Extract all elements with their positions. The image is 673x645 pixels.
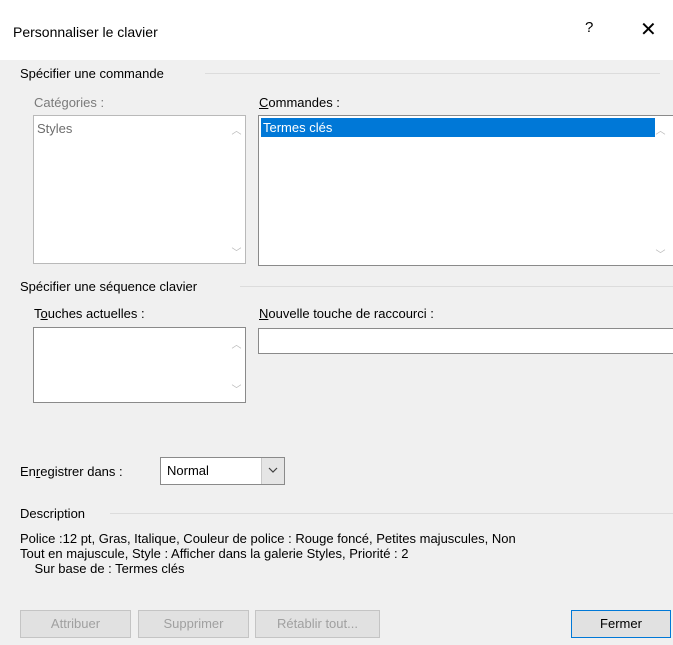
scroll-up-icon[interactable]: ︿ [652, 122, 669, 137]
dialog-title: Personnaliser le clavier [13, 24, 158, 40]
current-keys-label: Touches actuelles : [34, 306, 145, 321]
description-divider [110, 513, 673, 514]
current-keys-scrollbar[interactable]: ︿ ﹀ [228, 328, 245, 402]
keys-section-heading: Spécifier une séquence clavier [20, 279, 198, 294]
new-shortcut-input[interactable] [258, 328, 673, 354]
command-section-divider [205, 73, 660, 74]
categories-scrollbar[interactable]: ︿ ﹀ [228, 116, 245, 263]
close-button[interactable]: Fermer [571, 610, 671, 638]
scroll-up-icon[interactable]: ︿ [228, 336, 245, 351]
description-line-2: Tout en majuscule, Style : Afficher dans… [20, 546, 409, 561]
save-in-value: Normal [167, 463, 209, 478]
commands-label: Commandes : [259, 95, 340, 110]
save-in-dropdown[interactable]: Normal [160, 457, 285, 485]
scroll-down-icon[interactable]: ﹀ [228, 244, 245, 259]
keys-section-divider [240, 286, 673, 287]
assign-button[interactable]: Attribuer [20, 610, 131, 638]
new-shortcut-label: Nouvelle touche de raccourci : [259, 306, 434, 321]
description-line-1: Police :12 pt, Gras, Italique, Couleur d… [20, 531, 516, 546]
remove-button[interactable]: Supprimer [138, 610, 249, 638]
categories-label: Catégories : [34, 95, 105, 110]
reset-all-button[interactable]: Rétablir tout... [255, 610, 380, 638]
scroll-up-icon[interactable]: ︿ [228, 122, 245, 137]
description-heading: Description [20, 506, 86, 521]
current-keys-listbox[interactable]: ︿ ﹀ [33, 327, 246, 403]
save-in-label: Enregistrer dans : [20, 464, 123, 479]
description-line-3: Sur base de : Termes clés [20, 561, 185, 576]
scroll-down-icon[interactable]: ﹀ [652, 246, 669, 261]
list-item[interactable]: Styles [35, 119, 245, 138]
help-icon[interactable]: ? [585, 19, 593, 36]
scroll-down-icon[interactable]: ﹀ [228, 381, 245, 396]
categories-listbox[interactable]: Styles ︿ ﹀ [33, 115, 246, 264]
commands-scrollbar[interactable]: ︿ ﹀ [652, 116, 669, 265]
dropdown-chevron-icon[interactable] [261, 458, 284, 484]
list-item[interactable]: Termes clés [261, 118, 655, 137]
command-section-heading: Spécifier une commande [20, 66, 164, 81]
close-icon[interactable]: ✕ [640, 17, 657, 42]
commands-listbox[interactable]: Termes clés ︿ ﹀ [258, 115, 673, 266]
